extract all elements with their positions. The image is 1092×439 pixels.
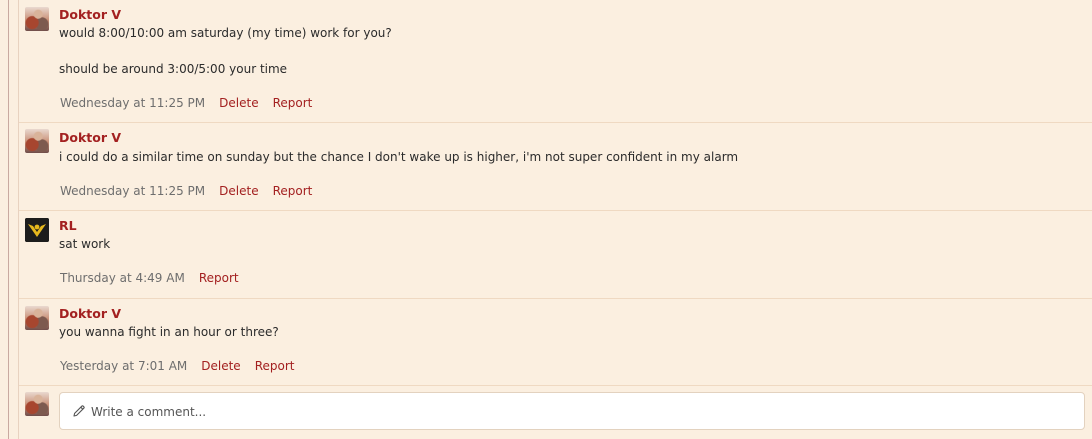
report-link[interactable]: Report bbox=[273, 184, 313, 198]
comment-text-line: you wanna fight in an hour or three? bbox=[59, 325, 279, 339]
comment-timestamp[interactable]: Thursday at 4:49 AM bbox=[60, 271, 185, 285]
comment-meta: Yesterday at 7:01 AM Delete Report bbox=[60, 358, 294, 374]
comment-text-line: sat work bbox=[59, 237, 111, 251]
report-link[interactable]: Report bbox=[255, 359, 295, 373]
comment-thread: Doktor V would 8:00/10:00 am saturday (m… bbox=[19, 0, 1092, 439]
comment-author[interactable]: Doktor V bbox=[59, 7, 121, 23]
comment-thread-page: Doktor V would 8:00/10:00 am saturday (m… bbox=[0, 0, 1092, 439]
avatar[interactable] bbox=[25, 7, 49, 31]
comment-meta: Thursday at 4:49 AM Report bbox=[60, 270, 239, 286]
comment-item: Doktor V would 8:00/10:00 am saturday (m… bbox=[19, 0, 1092, 123]
report-link[interactable]: Report bbox=[199, 271, 239, 285]
comment-meta: Wednesday at 11:25 PM Delete Report bbox=[60, 95, 312, 111]
comment-timestamp[interactable]: Wednesday at 11:25 PM bbox=[60, 96, 205, 110]
avatar[interactable] bbox=[25, 306, 49, 330]
comment-item: RL sat work Thursday at 4:49 AM Report bbox=[19, 211, 1092, 299]
comment-author[interactable]: RL bbox=[59, 218, 77, 234]
delete-link[interactable]: Delete bbox=[219, 96, 258, 110]
avatar bbox=[25, 392, 49, 416]
left-border bbox=[8, 0, 9, 439]
comment-timestamp[interactable]: Yesterday at 7:01 AM bbox=[60, 359, 187, 373]
comment-author[interactable]: Doktor V bbox=[59, 130, 121, 146]
comment-author[interactable]: Doktor V bbox=[59, 306, 121, 322]
comment-text-line: would 8:00/10:00 am saturday (my time) w… bbox=[59, 26, 392, 40]
comment-input-placeholder: Write a comment... bbox=[91, 405, 207, 419]
avatar[interactable] bbox=[25, 129, 49, 153]
emblem-icon bbox=[25, 218, 49, 242]
avatar[interactable] bbox=[25, 218, 49, 242]
comment-item: Doktor V you wanna fight in an hour or t… bbox=[19, 299, 1092, 386]
delete-link[interactable]: Delete bbox=[201, 359, 240, 373]
comment-meta: Wednesday at 11:25 PM Delete Report bbox=[60, 183, 312, 199]
comment-composer: Write a comment... bbox=[19, 386, 1092, 439]
comment-input[interactable]: Write a comment... bbox=[59, 392, 1085, 430]
pencil-icon bbox=[73, 405, 85, 417]
comment-item: Doktor V i could do a similar time on su… bbox=[19, 123, 1092, 211]
report-link[interactable]: Report bbox=[273, 96, 313, 110]
comment-text-line: i could do a similar time on sunday but … bbox=[59, 150, 739, 164]
delete-link[interactable]: Delete bbox=[219, 184, 258, 198]
comment-text-line: should be around 3:00/5:00 your time bbox=[59, 62, 288, 76]
comment-timestamp[interactable]: Wednesday at 11:25 PM bbox=[60, 184, 205, 198]
